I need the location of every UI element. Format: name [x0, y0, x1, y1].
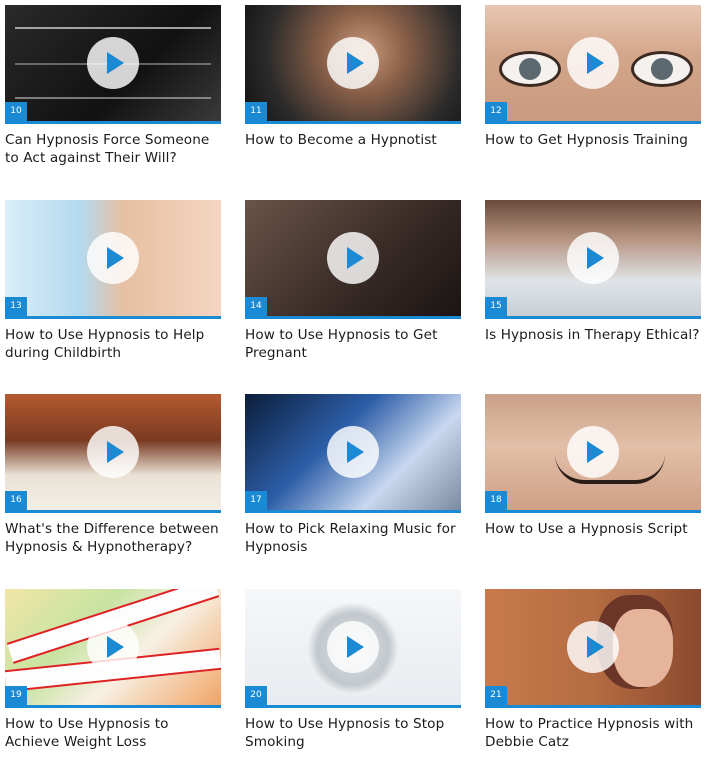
video-thumbnail[interactable]: 13 — [5, 200, 221, 319]
video-card[interactable]: 14 How to Use Hypnosis to Get Pregnant — [245, 200, 461, 395]
video-thumbnail[interactable]: 19 — [5, 589, 221, 708]
video-thumbnail[interactable]: 20 — [245, 589, 461, 708]
video-thumbnail[interactable]: 18 — [485, 394, 701, 513]
video-title[interactable]: How to Practice Hypnosis with Debbie Cat… — [485, 715, 701, 751]
video-grid: 10 Can Hypnosis Force Someone to Act aga… — [0, 0, 707, 783]
video-thumbnail[interactable]: 15 — [485, 200, 701, 319]
video-title[interactable]: Can Hypnosis Force Someone to Act agains… — [5, 131, 221, 167]
video-title[interactable]: What's the Difference between Hypnosis &… — [5, 520, 221, 556]
video-number: 11 — [245, 102, 267, 121]
play-icon[interactable] — [327, 232, 379, 284]
video-number: 18 — [485, 491, 507, 510]
video-number: 14 — [245, 297, 267, 316]
play-icon[interactable] — [327, 426, 379, 478]
video-thumbnail[interactable]: 10 — [5, 5, 221, 124]
video-title[interactable]: How to Become a Hypnotist — [245, 131, 461, 149]
video-thumbnail[interactable]: 11 — [245, 5, 461, 124]
play-icon[interactable] — [87, 232, 139, 284]
video-number: 15 — [485, 297, 507, 316]
video-thumbnail[interactable]: 16 — [5, 394, 221, 513]
video-number: 21 — [485, 686, 507, 705]
video-title[interactable]: How to Use Hypnosis to Get Pregnant — [245, 326, 461, 362]
play-icon[interactable] — [567, 232, 619, 284]
video-number: 12 — [485, 102, 507, 121]
video-number: 20 — [245, 686, 267, 705]
play-icon[interactable] — [327, 37, 379, 89]
video-card[interactable]: 16 What's the Difference between Hypnosi… — [5, 394, 221, 589]
play-icon[interactable] — [567, 426, 619, 478]
video-title[interactable]: How to Use Hypnosis to Help during Child… — [5, 326, 221, 362]
video-card[interactable]: 11 How to Become a Hypnotist — [245, 5, 461, 200]
video-thumbnail[interactable]: 14 — [245, 200, 461, 319]
video-title[interactable]: How to Pick Relaxing Music for Hypnosis — [245, 520, 461, 556]
video-thumbnail[interactable]: 12 — [485, 5, 701, 124]
video-card[interactable]: 19 How to Use Hypnosis to Achieve Weight… — [5, 589, 221, 783]
video-title[interactable]: Is Hypnosis in Therapy Ethical? — [485, 326, 701, 344]
video-card[interactable]: 20 How to Use Hypnosis to Stop Smoking — [245, 589, 461, 783]
video-card[interactable]: 12 How to Get Hypnosis Training — [485, 5, 701, 200]
video-card[interactable]: 15 Is Hypnosis in Therapy Ethical? — [485, 200, 701, 395]
play-icon[interactable] — [327, 621, 379, 673]
play-icon[interactable] — [87, 37, 139, 89]
play-icon[interactable] — [567, 621, 619, 673]
video-number: 16 — [5, 491, 27, 510]
video-card[interactable]: 18 How to Use a Hypnosis Script — [485, 394, 701, 589]
play-icon[interactable] — [87, 621, 139, 673]
video-thumbnail[interactable]: 21 — [485, 589, 701, 708]
video-title[interactable]: How to Use Hypnosis to Stop Smoking — [245, 715, 461, 751]
video-title[interactable]: How to Use Hypnosis to Achieve Weight Lo… — [5, 715, 221, 751]
play-icon[interactable] — [567, 37, 619, 89]
video-card[interactable]: 21 How to Practice Hypnosis with Debbie … — [485, 589, 701, 783]
video-number: 17 — [245, 491, 267, 510]
play-icon[interactable] — [87, 426, 139, 478]
video-number: 19 — [5, 686, 27, 705]
video-title[interactable]: How to Use a Hypnosis Script — [485, 520, 701, 538]
video-number: 10 — [5, 102, 27, 121]
video-thumbnail[interactable]: 17 — [245, 394, 461, 513]
video-title[interactable]: How to Get Hypnosis Training — [485, 131, 701, 149]
video-card[interactable]: 17 How to Pick Relaxing Music for Hypnos… — [245, 394, 461, 589]
video-number: 13 — [5, 297, 27, 316]
video-card[interactable]: 10 Can Hypnosis Force Someone to Act aga… — [5, 5, 221, 200]
video-card[interactable]: 13 How to Use Hypnosis to Help during Ch… — [5, 200, 221, 395]
